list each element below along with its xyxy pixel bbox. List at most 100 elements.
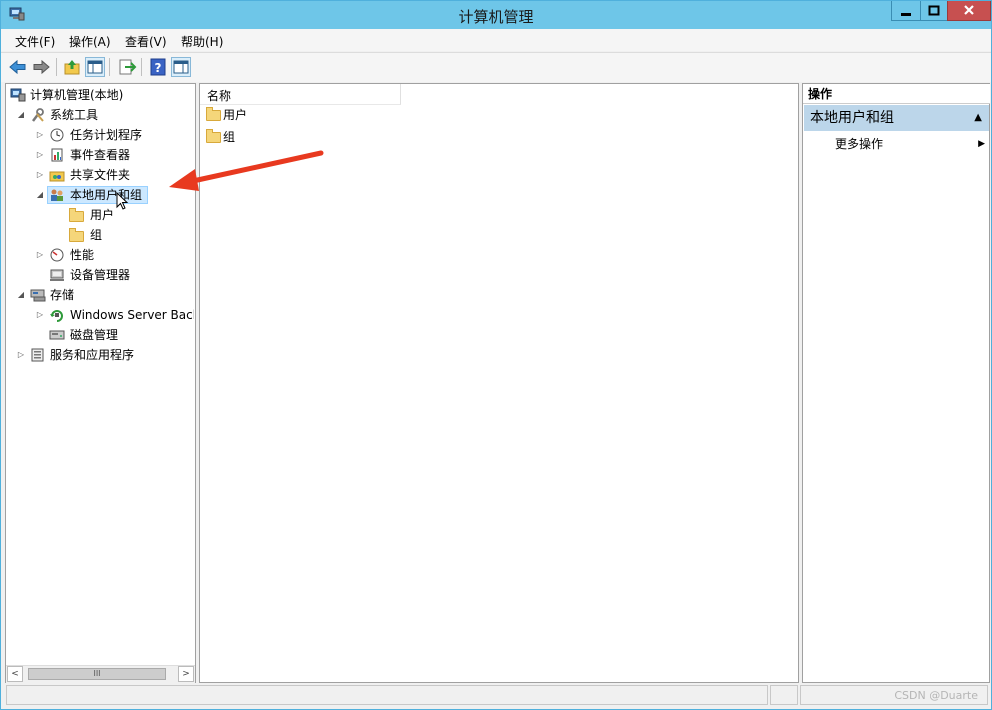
forward-arrow-icon [33,59,50,75]
tree-item-services-applications[interactable]: ▷ 服务和应用程序 [8,346,193,364]
help-icon: ? [150,58,166,76]
scroll-right-icon[interactable]: > [178,666,194,682]
column-header-name[interactable]: 名称 [200,84,401,105]
actions-section-label: 本地用户和组 [810,110,894,126]
menu-action[interactable]: 操作(A) [69,33,111,50]
maximize-button[interactable] [920,1,948,21]
expand-triangle-icon[interactable]: ▷ [35,306,45,324]
tree-item-label: Windows Server Back [70,308,194,322]
scrollbar-thumb[interactable]: III [28,668,166,680]
tree-horizontal-scrollbar[interactable]: < III > [6,665,195,683]
close-button[interactable] [947,1,991,21]
actions-header: 操作 [803,84,990,104]
status-cell [770,685,798,705]
help-button[interactable]: ? [148,57,168,77]
expand-triangle-icon[interactable]: ▷ [16,346,26,364]
svg-text:?: ? [155,61,162,75]
menu-help[interactable]: 帮助(H) [181,33,223,50]
expand-triangle-icon[interactable]: ▷ [35,166,45,184]
tree-item-label: 性能 [70,248,95,262]
close-icon [964,5,974,15]
services-icon [31,348,44,362]
menu-bar: 文件(F) 操作(A) 查看(V) 帮助(H) [1,29,991,51]
tree-item-label: 共享文件夹 [70,168,131,182]
toolbar-separator [56,58,57,76]
tree-item-computer-management[interactable]: 计算机管理(本地) [8,86,193,104]
tools-icon [32,108,44,122]
tree-item-device-manager[interactable]: 设备管理器 [8,266,193,284]
submenu-arrow-icon: ▶ [978,139,985,149]
tree-item-label: 存储 [50,288,75,302]
actions-section-local-users-groups[interactable]: 本地用户和组 ▲ [804,105,989,131]
more-actions-item[interactable]: 更多操作 ▶ [835,135,985,153]
tree-item-label: 系统工具 [50,108,99,122]
minimize-button[interactable] [891,1,921,21]
tree-item-storage[interactable]: ◢ 存储 [8,286,193,304]
up-one-level-button[interactable] [62,57,82,77]
folder-icon [69,208,84,222]
maximize-icon [928,5,940,16]
tree-item-label: 组 [90,228,103,242]
watermark-text: CSDN @Duarte [894,689,978,702]
tree-item-label: 设备管理器 [70,268,131,282]
tree-item-performance[interactable]: ▷ 性能 [8,246,193,264]
folder-icon [206,107,221,121]
collapse-triangle-icon[interactable]: ◢ [35,186,45,204]
tree-item-label: 计算机管理(本地) [30,88,124,102]
minimize-icon [901,13,911,16]
clock-icon [50,128,64,142]
computer-management-window: 计算机管理 文件(F) 操作(A) 查看(V) 帮助(H) ? 计算机管理(本地… [0,0,992,710]
expand-triangle-icon[interactable]: ▷ [35,146,45,164]
collapse-up-icon[interactable]: ▲ [974,105,982,131]
more-actions-label: 更多操作 [835,137,884,151]
tree-item-label: 用户 [90,208,115,222]
storage-icon [30,289,46,302]
expand-triangle-icon[interactable]: ▷ [35,246,45,264]
disk-management-icon [49,330,65,340]
status-bar: CSDN @Duarte [6,684,990,707]
tree-item-label: 磁盘管理 [70,328,119,342]
toolbar-separator [141,58,142,76]
tree-item-disk-management[interactable]: 磁盘管理 [8,326,193,344]
event-viewer-icon [51,148,63,162]
show-hide-action-pane-icon [173,60,189,74]
tree-item-label: 任务计划程序 [70,128,143,142]
actions-pane: 操作 本地用户和组 ▲ 更多操作 ▶ [802,83,990,683]
tree-item-windows-server-backup[interactable]: ▷ Windows Server Back [8,306,194,324]
collapse-triangle-icon[interactable]: ◢ [16,106,26,124]
tree-item-label: 事件查看器 [70,148,131,162]
backup-icon [50,310,63,322]
forward-button[interactable] [31,57,51,77]
tree-item-label: 服务和应用程序 [50,348,135,362]
tree-item-users[interactable]: 用户 [8,206,193,224]
tree-item-label: 本地用户和组 [70,188,143,202]
status-cell-main [6,685,768,705]
tree-item-system-tools[interactable]: ◢ 系统工具 [8,106,193,124]
back-button[interactable] [8,57,28,77]
performance-gauge-icon [50,248,64,262]
window-title: 计算机管理 [458,8,534,26]
list-item-label: 用户 [223,108,248,122]
tree-item-groups[interactable]: 组 [8,226,193,244]
computer-management-icon [10,88,26,102]
show-hide-console-tree-icon [87,60,103,74]
show-hide-action-pane-button[interactable] [171,57,191,77]
scroll-left-icon[interactable]: < [7,666,23,682]
users-group-icon [51,189,63,201]
title-bar[interactable]: 计算机管理 [1,1,991,29]
folder-icon [69,228,84,242]
export-list-button[interactable] [117,57,137,77]
back-arrow-icon [9,59,26,75]
toolbar-separator [109,58,110,76]
shared-folder-icon [49,171,65,182]
show-hide-console-tree-button[interactable] [85,57,105,77]
export-list-icon [119,59,137,75]
menu-file[interactable]: 文件(F) [15,33,55,50]
column-header-label: 名称 [207,89,232,103]
expand-triangle-icon[interactable]: ▷ [35,126,45,144]
collapse-triangle-icon[interactable]: ◢ [16,286,26,304]
device-manager-icon [50,269,64,281]
list-item-users[interactable]: 用户 [205,105,405,125]
toolbar: ? [1,52,991,82]
menu-view[interactable]: 查看(V) [125,33,167,50]
